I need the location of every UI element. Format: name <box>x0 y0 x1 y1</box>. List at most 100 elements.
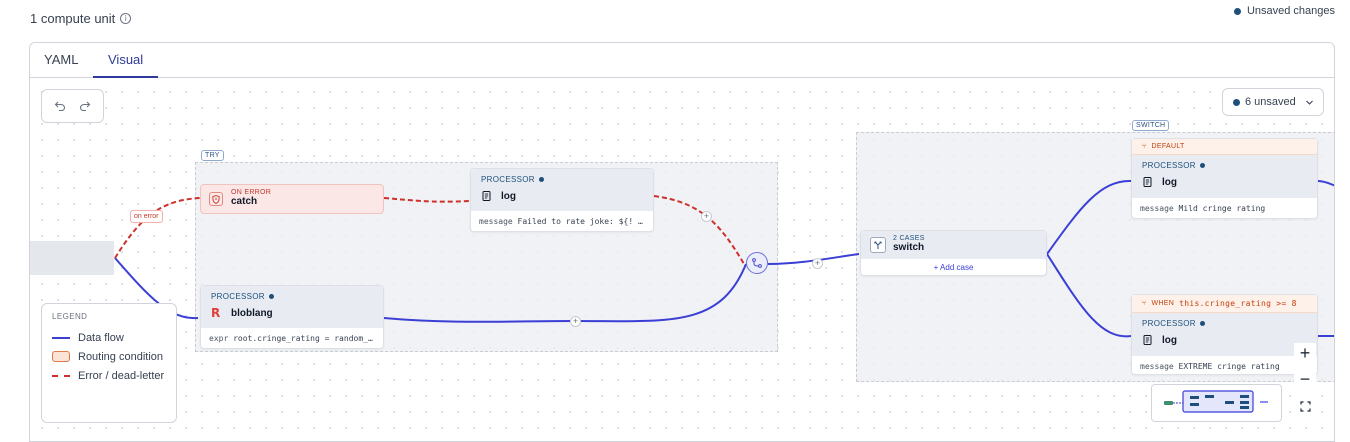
undo-button[interactable] <box>51 97 69 115</box>
add-before-switch-button[interactable]: + <box>812 258 823 269</box>
history-controls <box>41 89 104 123</box>
info-icon[interactable]: i <box>120 13 132 24</box>
log-default-node[interactable]: ⑂ DEFAULT PROCESSOR log message Mild cri… <box>1131 138 1318 219</box>
unsaved-count-label: 6 unsaved <box>1245 96 1296 108</box>
node-title: log <box>1162 176 1177 188</box>
node-kind: PROCESSOR <box>211 292 265 301</box>
flow-canvas[interactable]: TRY SWITCH on error ON ERROR catch PROCE… <box>30 78 1334 441</box>
legend-item: Error / dead-letter <box>52 366 166 385</box>
tab-yaml[interactable]: YAML <box>44 43 78 78</box>
condition-prefix: WHEN <box>1151 300 1175 307</box>
routing-condition: ⑂ DEFAULT <box>1132 139 1317 155</box>
add-after-log-button[interactable]: + <box>701 211 712 222</box>
node-config: message Failed to rate joke: ${! err… <box>471 211 653 232</box>
tab-visual[interactable]: Visual <box>93 43 159 78</box>
node-title-row: log <box>481 190 643 202</box>
config-key: message <box>1140 362 1174 371</box>
minimap-preview <box>1164 390 1268 413</box>
node-config: message Mild cringe rating <box>1132 198 1317 219</box>
node-kind-row: PROCESSOR <box>1142 161 1307 170</box>
routing-condition-swatch <box>52 351 70 362</box>
edge-catch-to-log <box>383 197 471 203</box>
redo-button[interactable] <box>76 97 94 115</box>
zoom-in-button[interactable]: + <box>1294 343 1316 365</box>
node-kind: 2 CASES <box>893 235 925 242</box>
node-title-row: log <box>1142 334 1307 346</box>
condition-expression: this.cringe_rating >= 8 <box>1179 299 1297 308</box>
node-config: message EXTREME cringe rating <box>1132 356 1317 377</box>
switch-node[interactable]: 2 CASES switch + Add case <box>860 230 1047 276</box>
error-swatch <box>52 374 70 377</box>
edge-switch-to-default <box>1046 179 1132 255</box>
legend-label: Data flow <box>78 331 124 344</box>
scroll-icon <box>1142 176 1154 188</box>
data-flow-swatch <box>52 336 70 339</box>
node-kind-row: PROCESSOR <box>1142 319 1307 328</box>
redo-icon <box>79 101 91 112</box>
unsaved-dot-icon <box>538 177 544 182</box>
top-bar: 1 compute unit i Unsaved changes <box>0 0 1350 40</box>
edge-switch-to-when <box>1046 253 1132 338</box>
node-title-row: log <box>1142 176 1307 188</box>
bloblang-logo-icon: R <box>211 306 221 320</box>
branch-icon: ⑂ <box>1142 300 1147 307</box>
log-error-node[interactable]: PROCESSOR log message Failed to rate jok… <box>470 168 654 232</box>
node-header: PROCESSOR log <box>471 169 653 211</box>
switch-icon <box>870 237 886 253</box>
unsaved-dot-icon <box>1199 163 1205 168</box>
config-key: expr <box>209 334 229 343</box>
edge-input-to-catch <box>114 197 201 259</box>
unsaved-dot-icon <box>268 294 274 299</box>
config-value: Failed to rate joke: ${! err… <box>517 217 653 226</box>
config-key: message <box>1140 204 1174 213</box>
node-title-row: R bloblang <box>211 307 373 319</box>
scroll-icon <box>481 190 493 202</box>
legend-item: Data flow <box>52 328 166 347</box>
catch-kind: ON ERROR <box>231 189 272 196</box>
legend-item: Routing condition <box>52 347 166 366</box>
node-title: switch <box>893 242 925 253</box>
compute-units: 1 compute unit i <box>30 11 132 26</box>
edge-bloblang-to-merge <box>383 263 747 323</box>
node-kind: PROCESSOR <box>481 175 535 184</box>
add-after-bloblang-button[interactable]: + <box>570 316 581 327</box>
status-dot-icon <box>1233 98 1240 106</box>
unsaved-changes-dropdown[interactable]: 6 unsaved <box>1222 88 1324 116</box>
editor-tabs: YAML Visual <box>30 43 1334 78</box>
node-kind-row: PROCESSOR <box>211 292 373 301</box>
legend-label: Error / dead-letter <box>78 369 165 382</box>
merge-icon <box>752 258 762 268</box>
bloblang-node[interactable]: PROCESSOR R bloblang expr root.cringe_ra… <box>200 285 384 349</box>
node-title: log <box>1162 334 1177 346</box>
compute-units-label: 1 compute unit <box>30 11 116 26</box>
edge-log-to-merge <box>653 195 745 265</box>
unsaved-status-label: Unsaved changes <box>1246 5 1335 17</box>
add-case-button[interactable]: + Add case <box>861 259 1046 272</box>
node-kind: PROCESSOR <box>1142 161 1196 170</box>
pipeline-editor: YAML Visual TRY SWITCH on error ON ERROR… <box>29 42 1335 442</box>
chevron-down-icon <box>1305 100 1313 105</box>
fit-view-button[interactable] <box>1294 395 1316 417</box>
on-error-edge-label: on error <box>130 210 163 223</box>
undo-icon <box>54 101 66 112</box>
log-when-node[interactable]: ⑂ WHEN this.cringe_rating >= 8 PROCESSOR… <box>1131 294 1318 375</box>
branch-icon: ⑂ <box>1142 143 1147 150</box>
add-case-label: Add case <box>940 263 974 272</box>
config-key: message <box>479 217 513 226</box>
flow-edges <box>114 179 1334 338</box>
node-title: log <box>501 190 516 202</box>
config-value: EXTREME cringe rating <box>1178 362 1280 371</box>
status-dot-icon <box>1233 7 1241 15</box>
condition-label: DEFAULT <box>1151 143 1185 150</box>
scroll-icon <box>1142 334 1154 346</box>
node-header: 2 CASES switch <box>861 231 1046 259</box>
config-value: root.cringe_rating = random_int… <box>233 334 383 343</box>
catch-node[interactable]: ON ERROR catch <box>200 184 384 214</box>
unsaved-dot-icon <box>1199 321 1205 326</box>
merge-node[interactable] <box>746 252 768 274</box>
minimap[interactable] <box>1151 384 1282 422</box>
node-title: bloblang <box>231 307 273 319</box>
zoom-out-button[interactable]: − <box>1294 369 1316 391</box>
node-kind: PROCESSOR <box>1142 319 1196 328</box>
node-config: expr root.cringe_rating = random_int… <box>201 328 383 349</box>
